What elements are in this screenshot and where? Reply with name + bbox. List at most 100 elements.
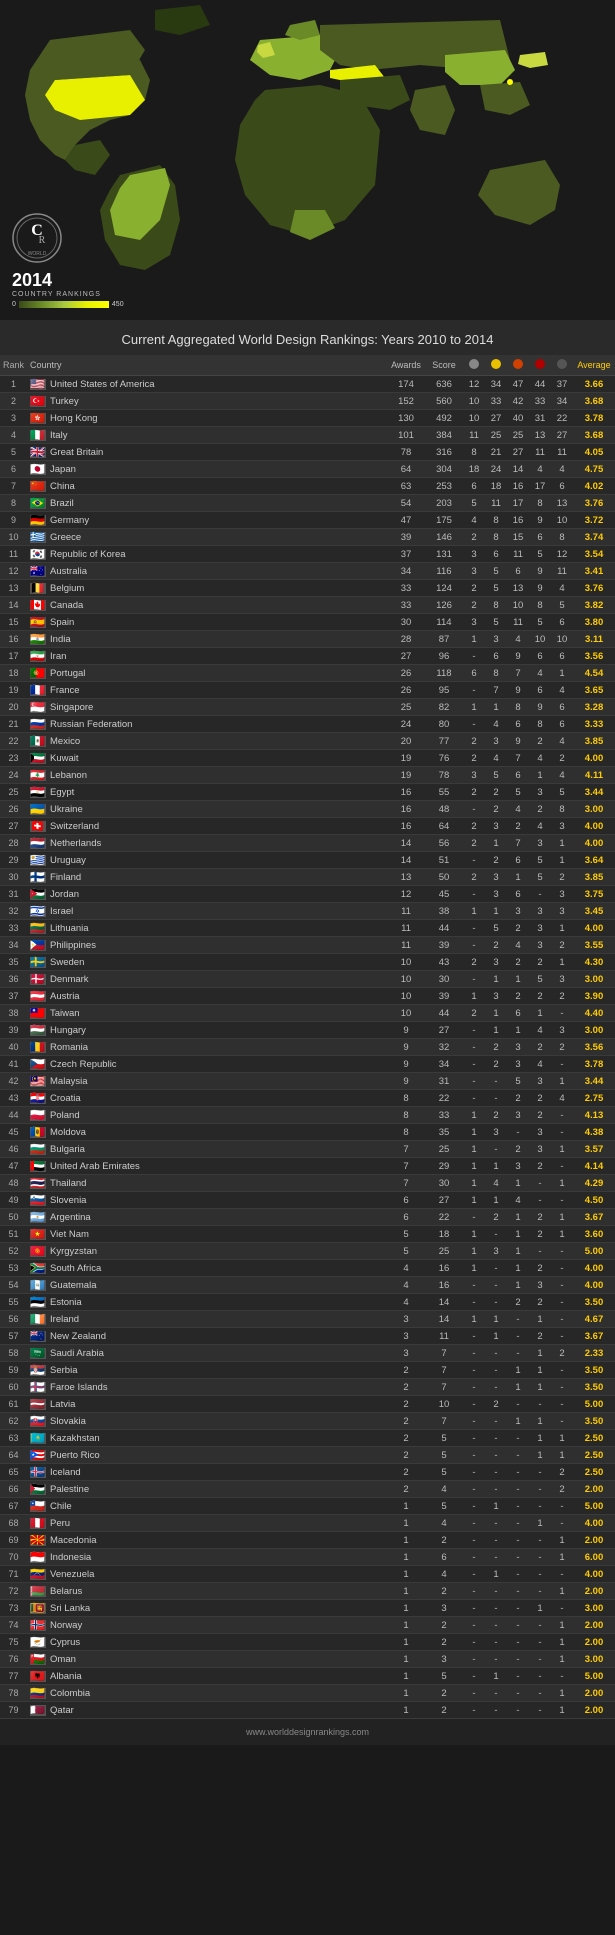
- country-name: Japan: [50, 464, 76, 475]
- col5-cell: -: [551, 1396, 573, 1413]
- col1-cell: -: [463, 1379, 485, 1396]
- rank-cell: 6: [0, 461, 27, 478]
- table-row: 28 🇳🇱 Netherlands 14 56 2 1 7 3 1 4.00: [0, 835, 615, 852]
- col4-cell: 2: [529, 1090, 551, 1107]
- flag-icon: 🇱🇻: [30, 1399, 46, 1410]
- col4-cell: 8: [529, 716, 551, 733]
- col1-cell: 1: [463, 1175, 485, 1192]
- avg-cell: 4.00: [573, 1515, 615, 1532]
- col3-cell: 1: [507, 971, 529, 988]
- score-cell: 5: [425, 1430, 463, 1447]
- avg-cell: 4.29: [573, 1175, 615, 1192]
- col4-cell: 1: [529, 1311, 551, 1328]
- col5-cell: 1: [551, 665, 573, 682]
- avg-cell: 2.50: [573, 1447, 615, 1464]
- col4-cell: 2: [529, 988, 551, 1005]
- flag-icon: 🇶🇦: [30, 1705, 46, 1716]
- flag-icon: 🇦🇪: [30, 1161, 46, 1172]
- score-cell: 253: [425, 478, 463, 495]
- col5-cell: 6: [551, 716, 573, 733]
- country-cell: 🇬🇹 Guatemala: [27, 1277, 387, 1294]
- awards-cell: 101: [387, 427, 425, 444]
- col1-cell: 2: [463, 835, 485, 852]
- rank-header: Rank: [0, 355, 27, 376]
- avg-cell: 3.67: [573, 1209, 615, 1226]
- table-row: 16 🇮🇳 India 28 87 1 3 4 10 10 3.11: [0, 631, 615, 648]
- col4-cell: 44: [529, 376, 551, 393]
- col5-cell: -: [551, 1005, 573, 1022]
- avg-cell: 3.85: [573, 733, 615, 750]
- table-row: 1 🇺🇸 United States of America 174 636 12…: [0, 376, 615, 393]
- rank-cell: 1: [0, 376, 27, 393]
- col3-cell: 27: [507, 444, 529, 461]
- col5-cell: -: [551, 1158, 573, 1175]
- table-row: 22 🇲🇽 Mexico 20 77 2 3 9 2 4 3.85: [0, 733, 615, 750]
- rank-cell: 25: [0, 784, 27, 801]
- awards-cell: 1: [387, 1685, 425, 1702]
- col2-cell: 5: [485, 563, 507, 580]
- col1-cell: -: [463, 1073, 485, 1090]
- col3-cell: 2: [507, 954, 529, 971]
- col4-cell: 17: [529, 478, 551, 495]
- score-cell: 492: [425, 410, 463, 427]
- country-name: Republic of Korea: [50, 549, 126, 560]
- rank-cell: 7: [0, 478, 27, 495]
- country-cell: 🇱🇰 Sri Lanka: [27, 1600, 387, 1617]
- col4-cell: -: [529, 1685, 551, 1702]
- rankings-table: Rank Country Awards Score Average 1 🇺🇸 U…: [0, 355, 615, 1719]
- awards-cell: 4: [387, 1277, 425, 1294]
- col2-cell: 3: [485, 818, 507, 835]
- country-cell: 🇸🇰 Slovakia: [27, 1413, 387, 1430]
- score-cell: 16: [425, 1277, 463, 1294]
- avg-cell: 3.57: [573, 1141, 615, 1158]
- score-cell: 114: [425, 614, 463, 631]
- col1-cell: -: [463, 648, 485, 665]
- col5-cell: 1: [551, 1073, 573, 1090]
- country-cell: 🇪🇪 Estonia: [27, 1294, 387, 1311]
- col1-cell: 2: [463, 869, 485, 886]
- rank-cell: 26: [0, 801, 27, 818]
- col4-cell: 1: [529, 1345, 551, 1362]
- col1-cell: -: [463, 1617, 485, 1634]
- flag-icon: 🇸🇰: [30, 1416, 46, 1427]
- col4-cell: 33: [529, 393, 551, 410]
- country-name: Israel: [50, 906, 73, 917]
- legend-bar: 0 450: [12, 301, 124, 308]
- col3-cell: 9: [507, 682, 529, 699]
- col2-cell: -: [485, 1515, 507, 1532]
- awards-cell: 10: [387, 971, 425, 988]
- col1-cell: -: [463, 1685, 485, 1702]
- flag-icon: 🇨🇦: [30, 600, 46, 611]
- country-cell: 🇹🇭 Thailand: [27, 1175, 387, 1192]
- col2-cell: 1: [485, 1005, 507, 1022]
- country-name: South Africa: [50, 1263, 101, 1274]
- flag-icon: 🇴🇲: [30, 1654, 46, 1665]
- col2-cell: 2: [485, 801, 507, 818]
- hong-kong-dot: [507, 79, 513, 85]
- country-name: Slovenia: [50, 1195, 86, 1206]
- country-cell: 🇻🇪 Venezuela: [27, 1566, 387, 1583]
- flag-icon: 🇵🇪: [30, 1518, 46, 1529]
- flag-icon: 🇳🇱: [30, 838, 46, 849]
- score-cell: 48: [425, 801, 463, 818]
- table-row: 37 🇦🇹 Austria 10 39 1 3 2 2 2 3.90: [0, 988, 615, 1005]
- avg-cell: 2.33: [573, 1345, 615, 1362]
- col4-cell: 1: [529, 1447, 551, 1464]
- col4-cell: 6: [529, 682, 551, 699]
- flag-icon: 🇺🇾: [30, 855, 46, 866]
- col3-cell: 1: [507, 1175, 529, 1192]
- country-name: Guatemala: [50, 1280, 96, 1291]
- awards-cell: 10: [387, 988, 425, 1005]
- rank-cell: 28: [0, 835, 27, 852]
- col2-cell: 33: [485, 393, 507, 410]
- awards-cell: 2: [387, 1464, 425, 1481]
- rank-cell: 2: [0, 393, 27, 410]
- col5-cell: 6: [551, 478, 573, 495]
- country-name: Iran: [50, 651, 66, 662]
- country-name: Croatia: [50, 1093, 81, 1104]
- country-name: Spain: [50, 617, 74, 628]
- col1-cell: -: [463, 1294, 485, 1311]
- flag-icon: 🇯🇴: [30, 889, 46, 900]
- country-name: France: [50, 685, 80, 696]
- col5-cell: 1: [551, 1209, 573, 1226]
